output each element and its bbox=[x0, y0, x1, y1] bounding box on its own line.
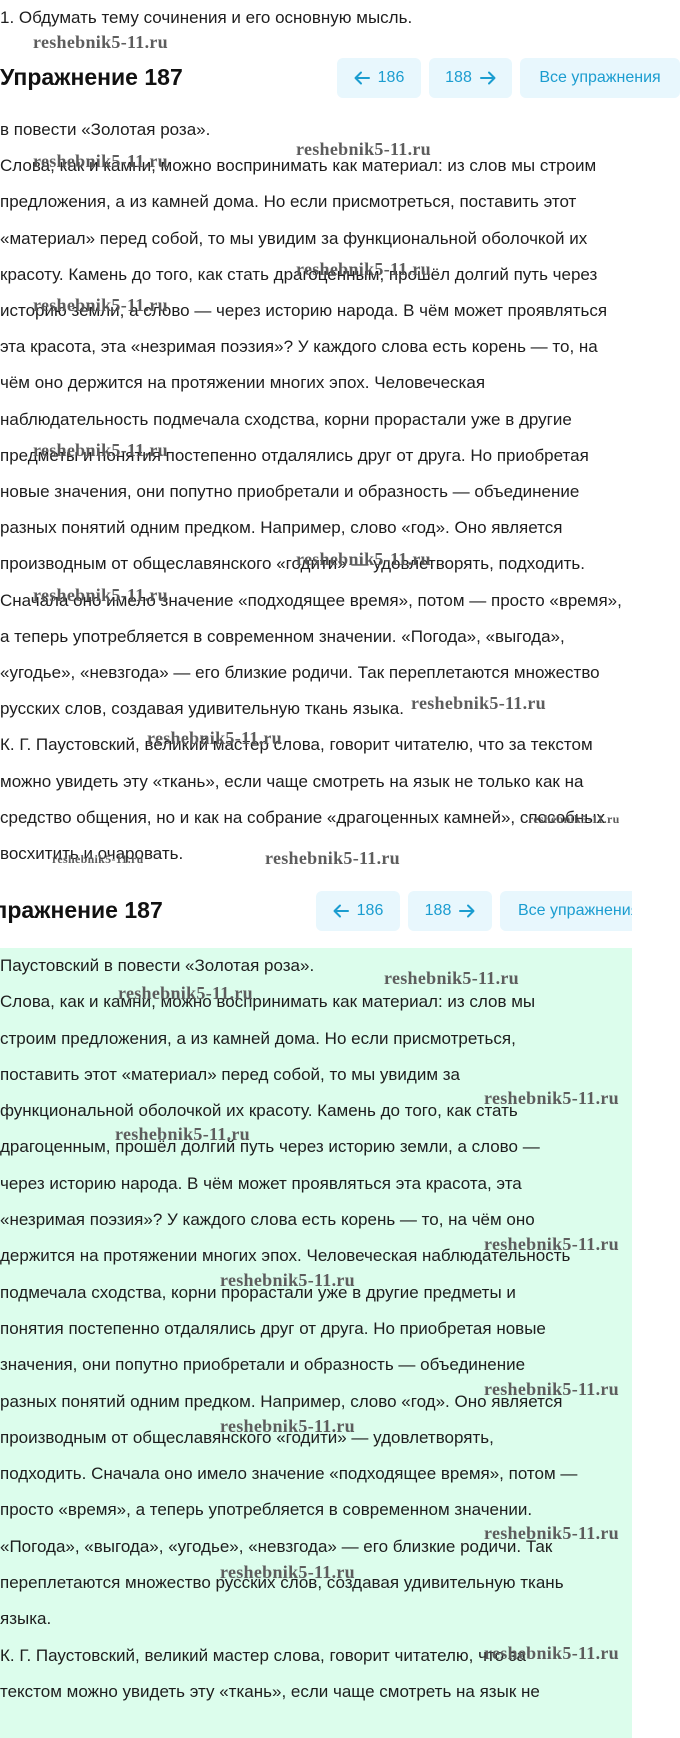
text-line: Сначала оно имело значение «подходящее в… bbox=[0, 590, 622, 610]
text-line: производным от общеславянского «годити» … bbox=[0, 1427, 494, 1447]
page-title: Упражнение 187 bbox=[0, 64, 183, 90]
text-line: а теперь употребляется в современном зна… bbox=[0, 626, 565, 646]
prev-exercise-button[interactable]: 186 bbox=[316, 891, 400, 931]
text-line: средство общения, но и как на собрание «… bbox=[0, 807, 605, 827]
text-line: строим предложения, а из камней дома. Но… bbox=[0, 1028, 516, 1048]
text-line: текстом можно увидеть эту «ткань», если … bbox=[0, 1681, 540, 1701]
next-exercise-label: 188 bbox=[445, 69, 472, 86]
text-line: драгоценным, прошёл долгий путь через ис… bbox=[0, 1137, 540, 1157]
text-line: «угодье», «невзгода» — его близкие родич… bbox=[0, 663, 600, 683]
text-line: К. Г. Паустовский, великий мастер слова,… bbox=[0, 735, 593, 755]
text-line: через историю народа. В чём может проявл… bbox=[0, 1173, 522, 1193]
all-exercises-button[interactable]: Все упражнения bbox=[520, 58, 680, 98]
text-line: разных понятий одним предком. Например, … bbox=[0, 1391, 563, 1411]
text-line: держится на протяжении многих эпох. Чело… bbox=[0, 1246, 571, 1266]
watermark: reshebnik5-11.ru bbox=[33, 32, 168, 52]
page-title: Упражнение 187 bbox=[0, 897, 163, 923]
text-line: поставить этот «материал» перед собой, т… bbox=[0, 1064, 460, 1084]
text-line: понятия постепенно отдалялись друг от др… bbox=[0, 1318, 546, 1338]
all-exercises-label: Все упражнения bbox=[518, 902, 632, 919]
arrow-left-icon bbox=[333, 904, 349, 918]
text-line: переплетаются множество русских слов, со… bbox=[0, 1573, 564, 1593]
text-line: разных понятий одним предком. Например, … bbox=[0, 518, 563, 538]
text-line: новые значения, они попутно приобретали … bbox=[0, 482, 580, 502]
text-line: функциональной оболочкой их красоту. Кам… bbox=[0, 1101, 518, 1121]
text-line: в повести «Золотая роза». bbox=[0, 120, 211, 139]
text-line: производным от общеславянского «годити» … bbox=[0, 554, 585, 574]
text-line: русских слов, создавая удивительную ткан… bbox=[0, 699, 404, 719]
text-line: Паустовский в повести «Золотая роза». bbox=[0, 956, 315, 975]
text-line: Слова, как и камни, можно воспринимать к… bbox=[0, 992, 536, 1012]
text-line: наблюдательность подмечала сходства, кор… bbox=[0, 409, 572, 429]
text-line: значения, они попутно приобретали и обра… bbox=[0, 1355, 526, 1375]
task-text: 1. Обдумать тему сочинения и его основну… bbox=[0, 8, 413, 27]
next-exercise-label: 188 bbox=[424, 902, 452, 919]
text-line: историю земли, а слово — через историю н… bbox=[0, 301, 608, 321]
arrow-left-icon bbox=[354, 71, 370, 85]
answer-text-panel-highlighted: Паустовский в повести «Золотая роза». Сл… bbox=[0, 948, 632, 1738]
text-line: можно увидеть эту «ткань», если чаще смо… bbox=[0, 771, 584, 791]
all-exercises-label: Все упражнения bbox=[539, 69, 661, 86]
exercise-nav-bar: Упражнение 187 186 188 Все упражнения bbox=[0, 58, 680, 102]
text-line: предметы и понятия постепенно отдалялись… bbox=[0, 445, 589, 465]
text-line: чём оно держится на протяжении многих эп… bbox=[0, 373, 486, 393]
exercise-nav-bar: Упражнение 187 186 188 Все упражнения bbox=[0, 891, 680, 935]
text-line: просто «время», а теперь употребляется в… bbox=[0, 1500, 533, 1520]
text-line: К. Г. Паустовский, великий мастер слова,… bbox=[0, 1645, 527, 1665]
text-line: «Погода», «выгода», «угодье», «невзгода»… bbox=[0, 1536, 553, 1556]
text-line: языка. bbox=[0, 1609, 52, 1629]
text-line: красоту. Камень до того, как стать драго… bbox=[0, 264, 598, 284]
answer-text-panel: в повести «Золотая роза». Слова, как и к… bbox=[0, 112, 680, 877]
prev-exercise-label: 186 bbox=[356, 902, 384, 919]
text-line: восхитить и очаровать. bbox=[0, 844, 184, 864]
text-line: «незримая поэзия»? У каждого слова есть … bbox=[0, 1210, 535, 1230]
text-line: предложения, а из камней дома. Но если п… bbox=[0, 192, 577, 212]
text-line: Слова, как и камни, можно воспринимать к… bbox=[0, 156, 597, 176]
next-exercise-button[interactable]: 188 bbox=[408, 891, 492, 931]
arrow-right-icon bbox=[479, 71, 496, 85]
text-line: эта красота, эта «незримая поэзия»? У ка… bbox=[0, 337, 598, 357]
text-line: «материал» перед собой, то мы увидим за … bbox=[0, 228, 588, 248]
next-exercise-button[interactable]: 188 bbox=[429, 58, 512, 98]
text-line: подходить. Сначала оно имело значение «п… bbox=[0, 1464, 578, 1484]
prev-exercise-button[interactable]: 186 bbox=[337, 58, 421, 98]
arrow-right-icon bbox=[459, 904, 475, 918]
all-exercises-button[interactable]: Все упражнения bbox=[500, 891, 632, 931]
prev-exercise-label: 186 bbox=[377, 69, 405, 86]
text-line: подмечала сходства, корни прорастали уже… bbox=[0, 1282, 516, 1302]
